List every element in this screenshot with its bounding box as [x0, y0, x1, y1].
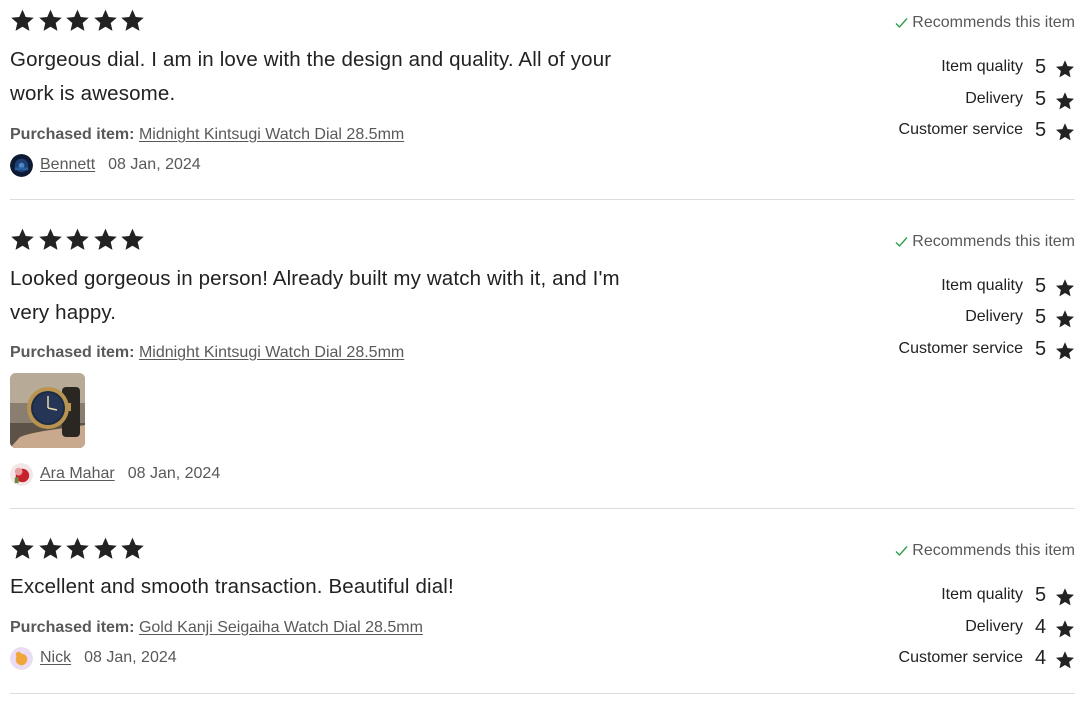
review-photo[interactable]: [10, 373, 85, 448]
rating-label: Customer service: [898, 121, 1023, 138]
purchased-item-label: Purchased item:: [10, 126, 135, 143]
review-card: Looked gorgeous in person! Already built…: [10, 227, 1075, 492]
review-card: Gorgeous dial. I am in love with the des…: [10, 8, 1075, 188]
star-icon: [121, 9, 144, 31]
rating-customer-service: Customer service 5: [899, 118, 1075, 142]
reviewer-name[interactable]: Bennett: [40, 156, 95, 174]
review-date: 08 Jan, 2024: [127, 465, 221, 482]
star-icon: [1056, 309, 1074, 327]
star-icon: [66, 9, 89, 31]
checkmark-icon: [895, 237, 908, 248]
star-icon: [93, 537, 117, 559]
recommends-badge: Recommends this item: [895, 233, 1075, 251]
recommends-text: Recommends this item: [912, 542, 1075, 559]
rating-value: 5: [1035, 87, 1047, 110]
review-card: Excellent and smooth transaction. Beauti…: [10, 536, 1075, 676]
star-icon: [11, 537, 34, 559]
rating-label: Item quality: [941, 277, 1023, 294]
rating-customer-service: Customer service 5: [899, 337, 1075, 361]
star-rating: [10, 8, 148, 34]
reviewer-name[interactable]: Nick: [40, 649, 71, 667]
rating-customer-service: Customer service 4: [899, 646, 1075, 670]
rating-label: Customer service: [898, 340, 1023, 357]
star-icon: [1056, 650, 1074, 668]
star-icon: [121, 537, 144, 559]
rating-value: 5: [1035, 274, 1047, 297]
star-icon: [121, 228, 144, 250]
watch-photo-image: [10, 373, 85, 448]
purchased-item-link[interactable]: Midnight Kintsugi Watch Dial 28.5mm: [139, 126, 404, 143]
star-icon: [11, 228, 34, 250]
checkmark-icon: [895, 546, 908, 557]
star-icon: [1056, 122, 1074, 140]
recommends-text: Recommends this item: [912, 233, 1075, 250]
review-text: Excellent and smooth transaction. Beauti…: [10, 575, 454, 598]
review-text: Looked gorgeous in person! Already built…: [10, 267, 620, 324]
star-icon: [1056, 91, 1074, 109]
rating-value: 5: [1035, 55, 1047, 78]
review-text: Gorgeous dial. I am in love with the des…: [10, 48, 612, 105]
star-rating: [10, 536, 148, 562]
rating-delivery: Delivery 4: [965, 615, 1075, 639]
rating-label: Item quality: [941, 586, 1023, 603]
star-icon: [1056, 619, 1074, 637]
rating-item-quality: Item quality 5: [941, 55, 1075, 79]
avatar[interactable]: [10, 153, 33, 177]
rating-value: 5: [1035, 305, 1047, 328]
star-icon: [1056, 587, 1074, 605]
reviewer-name[interactable]: Ara Mahar: [40, 465, 115, 483]
purchased-item: Purchased item: Midnight Kintsugi Watch …: [10, 125, 404, 145]
review-date: 08 Jan, 2024: [108, 156, 201, 173]
avatar[interactable]: [10, 462, 33, 486]
rating-item-quality: Item quality 5: [941, 583, 1075, 607]
divider: [10, 508, 1075, 509]
rating-value: 5: [1035, 118, 1047, 141]
rating-delivery: Delivery 5: [965, 87, 1075, 111]
review-date: 08 Jan, 2024: [84, 649, 177, 666]
star-icon: [11, 9, 34, 31]
rating-label: Delivery: [965, 308, 1023, 325]
rating-item-quality: Item quality 5: [941, 274, 1075, 298]
purchased-item-label: Purchased item:: [10, 619, 135, 636]
rating-label: Customer service: [898, 649, 1023, 666]
purchased-item: Purchased item: Gold Kanji Seigaiha Watc…: [10, 618, 423, 638]
recommends-badge: Recommends this item: [895, 14, 1075, 32]
recommends-text: Recommends this item: [912, 14, 1075, 31]
star-rating: [10, 227, 148, 253]
rating-label: Item quality: [941, 58, 1023, 75]
rating-value: 4: [1035, 615, 1047, 638]
rating-value: 4: [1035, 646, 1047, 669]
avatar[interactable]: [10, 646, 33, 670]
rating-delivery: Delivery 5: [965, 305, 1075, 329]
rating-value: 5: [1035, 583, 1047, 606]
divider: [10, 693, 1075, 694]
purchased-item-link[interactable]: Gold Kanji Seigaiha Watch Dial 28.5mm: [139, 619, 423, 636]
star-icon: [1056, 59, 1074, 77]
checkmark-icon: [895, 18, 908, 29]
reviewer-info: Nick 08 Jan, 2024: [10, 646, 177, 670]
star-icon: [38, 9, 62, 31]
purchased-item-label: Purchased item:: [10, 344, 135, 361]
star-icon: [93, 9, 117, 31]
star-icon: [66, 228, 89, 250]
rating-label: Delivery: [965, 618, 1023, 635]
star-icon: [66, 537, 89, 559]
star-icon: [1056, 278, 1074, 296]
star-icon: [38, 228, 62, 250]
star-icon: [38, 537, 62, 559]
rating-label: Delivery: [965, 90, 1023, 107]
star-icon: [93, 228, 117, 250]
purchased-item: Purchased item: Midnight Kintsugi Watch …: [10, 343, 404, 363]
reviewer-info: Bennett 08 Jan, 2024: [10, 153, 201, 177]
recommends-badge: Recommends this item: [895, 542, 1075, 560]
divider: [10, 199, 1075, 200]
star-icon: [1056, 341, 1074, 359]
rating-value: 5: [1035, 337, 1047, 360]
purchased-item-link[interactable]: Midnight Kintsugi Watch Dial 28.5mm: [139, 344, 404, 361]
reviewer-info: Ara Mahar 08 Jan, 2024: [10, 462, 220, 486]
